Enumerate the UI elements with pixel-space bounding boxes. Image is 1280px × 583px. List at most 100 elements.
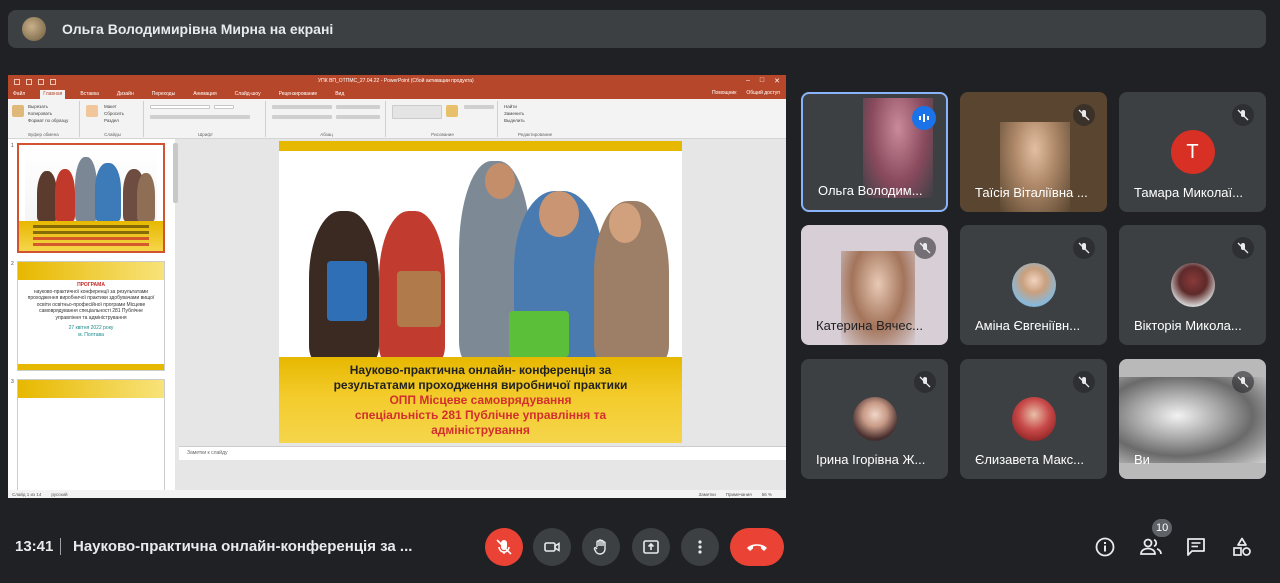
participant-tile[interactable]: Катерина Вячес...	[801, 225, 948, 345]
mic-off-icon	[1073, 371, 1095, 393]
ribbon-tab[interactable]: Переходы	[149, 90, 178, 99]
slide-line-3: ОПП Місцеве самоврядування	[389, 393, 572, 407]
ribbon-tab-home[interactable]: Главная	[40, 90, 66, 99]
slide-photo	[289, 151, 672, 363]
ribbon-group-label: Редактирование	[517, 132, 553, 137]
replace-button[interactable]: Заменить	[504, 111, 524, 116]
ribbon-group-label: Слайды	[104, 132, 121, 137]
hang-up-icon	[747, 544, 767, 551]
section-button[interactable]: Раздел	[104, 118, 119, 123]
notes-pane[interactable]: Заметки к слайду	[179, 446, 786, 460]
text-direction-tools[interactable]	[336, 105, 380, 109]
participant-tile[interactable]: Єлизавета Макс...	[960, 359, 1107, 479]
thumb2-body: науково-практичної конференції за резуль…	[27, 288, 155, 321]
hand-icon	[593, 539, 606, 555]
status-zoom[interactable]: 56 %	[762, 492, 772, 497]
tell-me-link[interactable]: Помощник	[712, 90, 736, 96]
thumb2-city: м. Полтава	[78, 331, 104, 338]
shapes-gallery[interactable]	[392, 105, 442, 119]
arrange-icon[interactable]	[446, 105, 458, 117]
info-icon	[1095, 537, 1115, 557]
ribbon-tab[interactable]: Файл	[10, 90, 28, 99]
participant-letter-avatar: Т	[1170, 130, 1215, 174]
thumb2-text: ПРОГРАМА науково-практичної конференції …	[18, 282, 164, 338]
paragraph-list-tools[interactable]	[272, 105, 332, 109]
find-button[interactable]: Найти	[504, 104, 517, 109]
camera-icon	[544, 542, 560, 552]
participant-tile[interactable]: Ольга Володим...	[801, 92, 948, 212]
present-screen-button[interactable]	[632, 528, 670, 566]
ppt-ribbon-tabs: Файл Главная Вставка Дизайн Переходы Ани…	[8, 89, 786, 99]
ribbon-tab[interactable]: Слайд-шоу	[232, 90, 264, 99]
new-slide-icon[interactable]	[86, 105, 98, 117]
copy-button[interactable]: Копировать	[28, 111, 52, 116]
smartart-tools[interactable]	[336, 115, 380, 119]
font-name-box[interactable]	[150, 105, 210, 109]
participant-tile[interactable]: Т Тамара Миколаї...	[1119, 92, 1266, 212]
leave-call-button[interactable]	[730, 528, 784, 566]
select-button[interactable]: Выделить	[504, 118, 525, 123]
thumb-photo	[25, 149, 157, 221]
ribbon-group-clipboard: Вырезать Копировать Формат по образцу Бу…	[8, 101, 80, 137]
participant-tile[interactable]: Ви	[1119, 359, 1266, 479]
thumbnails-scrollbar[interactable]	[173, 143, 178, 203]
close-icon: ✕	[774, 78, 780, 85]
participant-name: Вікторія Микола...	[1134, 318, 1242, 333]
participant-name: Ольга Володим...	[818, 183, 923, 198]
status-language: русский	[51, 491, 68, 497]
shape-fill-tool[interactable]	[464, 105, 494, 109]
activities-button[interactable]	[1227, 532, 1257, 562]
mic-off-icon	[914, 371, 936, 393]
meeting-clock: 13:41	[15, 538, 54, 555]
participant-tile[interactable]: Аміна Євгеніївн...	[960, 225, 1107, 345]
status-comments-button[interactable]: Примечания	[726, 492, 752, 497]
participant-tile[interactable]: Вікторія Микола...	[1119, 225, 1266, 345]
ppt-statusbar: Слайд 1 из 14 русский Заметки Примечания…	[8, 490, 786, 498]
participant-name: Аміна Євгеніївн...	[975, 318, 1081, 333]
slide-thumbnail-2[interactable]: ПРОГРАМА науково-практичної конференції …	[17, 261, 165, 371]
ribbon-group-paragraph: Абзац	[268, 101, 386, 137]
participant-avatar	[1011, 263, 1056, 307]
more-options-button[interactable]	[681, 528, 719, 566]
status-notes-button[interactable]: Заметки	[699, 492, 716, 497]
quick-access-toolbar[interactable]	[14, 79, 56, 85]
ribbon-tab[interactable]: Дизайн	[114, 90, 137, 99]
participant-avatar	[852, 397, 897, 441]
participant-tile[interactable]: Ірина Ігорівна Ж...	[801, 359, 948, 479]
format-painter-button[interactable]: Формат по образцу	[28, 118, 68, 123]
ribbon-group-drawing: Рисование	[388, 101, 498, 137]
slide-title-text: Науково-практична онлайн- конференція за…	[279, 363, 682, 438]
font-size-box[interactable]	[214, 105, 234, 109]
slide-number: 3	[11, 379, 14, 385]
mic-off-icon	[1232, 104, 1254, 126]
ribbon-tab[interactable]: Вид	[332, 90, 347, 99]
microphone-toggle-button[interactable]	[485, 528, 523, 566]
slide-thumbnail-3[interactable]	[17, 379, 165, 498]
presenter-avatar	[22, 17, 46, 41]
ribbon-tab[interactable]: Вставка	[77, 90, 102, 99]
slide-line-1: Науково-практична онлайн- конференція за	[349, 363, 612, 377]
cut-button[interactable]: Вырезать	[28, 104, 48, 109]
slide-thumbnails-pane: 1 2 ПРОГРАМА науково-практичної конферен…	[8, 139, 175, 498]
ribbon-tab[interactable]: Рецензирование	[276, 90, 321, 99]
raise-hand-button[interactable]	[582, 528, 620, 566]
paste-icon[interactable]	[12, 105, 24, 117]
ribbon-group-label: Шрифт	[198, 132, 213, 137]
reset-button[interactable]: Сбросить	[104, 111, 124, 116]
ribbon-group-label: Рисование	[431, 132, 454, 137]
paragraph-align-tools[interactable]	[272, 115, 332, 119]
chat-button[interactable]	[1181, 532, 1211, 562]
participant-tile[interactable]: Таїсія Віталіївна ...	[960, 92, 1107, 212]
participant-avatar	[1170, 263, 1215, 307]
current-slide[interactable]: Науково-практична онлайн- конференція за…	[279, 141, 682, 443]
shared-screen[interactable]: УПК ВП_ОТПМС_27.04.22 - PowerPoint (Сбой…	[8, 75, 786, 498]
window-controls[interactable]: – □ ✕	[746, 77, 780, 85]
slide-thumbnail-1[interactable]	[17, 143, 165, 253]
camera-toggle-button[interactable]	[533, 528, 571, 566]
ppt-body: 1 2 ПРОГРАМА науково-практичної конферен…	[8, 139, 786, 498]
ribbon-tab[interactable]: Анимация	[190, 90, 219, 99]
meeting-details-button[interactable]	[1090, 532, 1120, 562]
font-format-tools[interactable]	[150, 115, 250, 119]
layout-button[interactable]: Макет	[104, 104, 117, 109]
share-link[interactable]: Общий доступ	[746, 90, 780, 96]
